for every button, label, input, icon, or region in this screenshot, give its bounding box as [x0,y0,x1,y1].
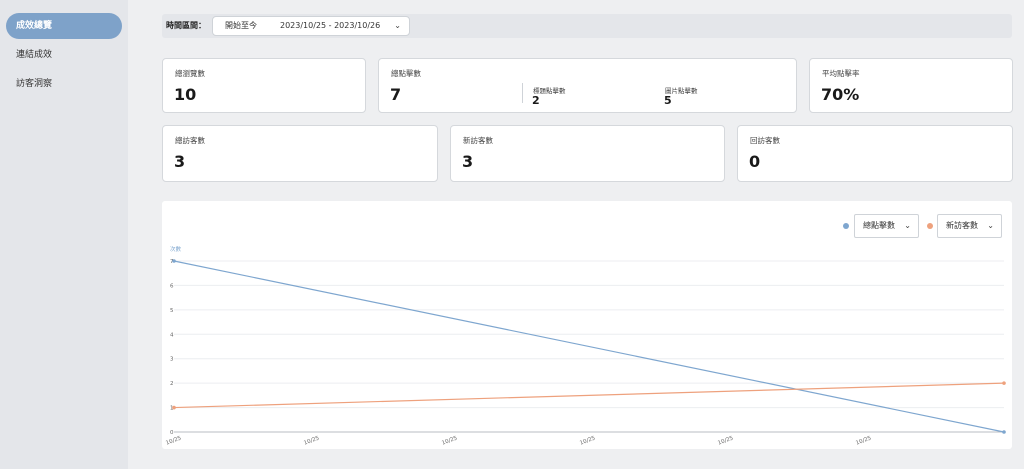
date-range-select[interactable]: 開始至今 2023/10/25 - 2023/10/26 ⌄ [212,16,410,36]
date-range-mode: 開始至今 [225,21,257,30]
card-value: 70% [821,85,860,104]
card-label: 新訪客數 [463,136,493,145]
x-tick-label: 10/25 [717,435,734,446]
line-chart: 次數0123456710/25 10/25 10/25 10/25 10/25 10/25 [165,245,1006,447]
card-value: 0 [749,152,761,171]
card-value: 10 [174,85,197,104]
x-tick-label: 10/25 [579,435,596,446]
card-label: 總點擊數 [391,69,421,78]
sidebar-item-overview[interactable]: 成效總覽 [6,13,122,39]
card-label: 平均點擊率 [822,69,860,78]
y-tick-label: 6 [170,283,174,289]
date-filter-bar: 時間區間： 開始至今 2023/10/25 - 2023/10/26 ⌄ [162,14,1012,38]
card-value: 3 [174,152,186,171]
card-returning-visitors: 回訪客數 0 [737,125,1013,182]
series-line-1 [173,260,1005,433]
y-tick-label: 2 [170,381,174,387]
y-tick-label: 4 [170,332,174,338]
card-value: 7 [390,85,402,104]
sidebar: 成效總覽 連結成效 訪客洞察 [0,0,128,469]
y-tick-label: 0 [170,430,174,436]
sidebar-item-link-performance[interactable]: 連結成效 [6,42,122,68]
card-total-visitors: 總訪客數 3 [162,125,438,182]
card-new-visitors: 新訪客數 3 [450,125,725,182]
y-tick-label: 5 [170,308,174,314]
series-line-2 [173,382,1005,409]
x-tick-label: 10/25 [303,435,320,446]
series-point-1 [1002,430,1006,434]
card-label: 總訪客數 [175,136,205,145]
card-value: 3 [462,152,474,171]
card-label: 回訪客數 [750,136,780,145]
card-total-clicks: 總點擊數 7 標題點擊數 2 圖片點擊數 5 [378,58,797,113]
sidebar-item-visitor-insights[interactable]: 訪客洞察 [6,71,122,97]
date-range-value: 2023/10/25 - 2023/10/26 [280,21,381,30]
x-tick-label: 10/25 [855,435,872,446]
main-content: 時間區間： 開始至今 2023/10/25 - 2023/10/26 ⌄ 總瀏覽… [128,0,1024,469]
title-clicks-value: 2 [532,94,540,107]
chart-panel: 總點擊數 ⌄ 新訪客數 ⌄ 次數 0 1 2 3 4 5 6 7 10/25 10/25 10/25 1… [162,201,1012,449]
image-clicks-value: 5 [664,94,672,107]
date-filter-label: 時間區間： [166,21,206,30]
x-tick-label: 10/25 [441,435,458,446]
y-axis-label: 次數 [170,245,182,253]
y-tick-label: 3 [170,357,174,363]
x-tick-label: 10/25 [165,435,182,446]
card-total-views: 總瀏覽數 10 [162,58,366,113]
card-label: 總瀏覽數 [175,69,205,78]
series-point-1 [172,259,176,263]
series-point-2 [172,405,176,410]
series-point-2 [1002,381,1006,385]
chevron-down-icon: ⌄ [394,21,401,30]
divider [522,83,523,103]
card-average-ctr: 平均點擊率 70% [809,58,1013,113]
